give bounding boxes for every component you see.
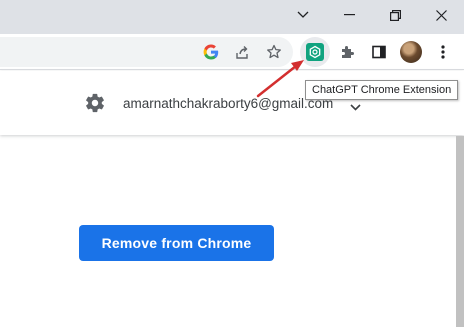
title-bar [0,0,464,34]
extensions-puzzle-icon[interactable] [335,40,359,64]
more-menu-icon[interactable] [431,40,455,64]
restore-icon[interactable] [372,0,418,30]
remove-from-chrome-button[interactable]: Remove from Chrome [79,225,274,261]
chatgpt-extension-button[interactable] [300,37,330,67]
extension-tooltip: ChatGPT Chrome Extension [305,80,459,100]
tab-search-chevron-down-icon[interactable] [280,0,326,30]
profile-avatar[interactable] [400,41,422,63]
gear-icon[interactable] [84,92,106,114]
page-scrollbar[interactable] [456,136,464,327]
browser-toolbar [0,34,464,70]
side-panel-icon[interactable] [367,40,391,64]
bookmark-star-icon[interactable] [262,40,286,64]
chatgpt-extension-icon [306,43,324,61]
account-email[interactable]: amarnathchakraborty6@gmail.com [123,96,333,111]
google-icon[interactable] [199,40,223,64]
close-icon[interactable] [418,0,464,30]
minimize-icon[interactable] [326,0,372,30]
chevron-down-icon[interactable] [350,98,361,116]
share-icon[interactable] [231,40,255,64]
